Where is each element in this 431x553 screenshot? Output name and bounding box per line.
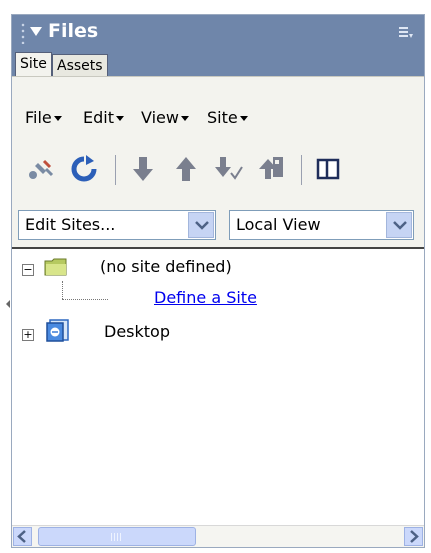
options-menu-icon[interactable] bbox=[398, 25, 414, 41]
panel-tabs: Site Assets bbox=[12, 49, 424, 76]
menu-view[interactable]: View bbox=[141, 108, 189, 127]
drag-grip-icon[interactable] bbox=[20, 22, 26, 44]
chevron-down-icon[interactable] bbox=[386, 212, 412, 238]
folder-icon bbox=[44, 258, 67, 276]
scroll-thumb[interactable] bbox=[38, 527, 196, 546]
files-panel: Files Site Assets File Edit View Site Ed… bbox=[11, 14, 425, 548]
define-site-link[interactable]: Define a Site bbox=[154, 288, 257, 307]
toolbar-separator bbox=[301, 155, 302, 185]
menu-edit[interactable]: Edit bbox=[83, 108, 124, 127]
scroll-right-button[interactable] bbox=[404, 527, 423, 546]
desktop-icon bbox=[46, 319, 69, 342]
check-out-icon[interactable] bbox=[212, 153, 244, 185]
expand-icon[interactable] bbox=[312, 153, 344, 185]
panel-titlebar[interactable]: Files bbox=[12, 15, 424, 49]
scroll-grip-icon bbox=[111, 533, 123, 541]
tree-connector bbox=[62, 299, 108, 300]
scroll-left-button[interactable] bbox=[13, 527, 32, 546]
menu-file[interactable]: File bbox=[25, 108, 62, 127]
menu-caret-icon bbox=[239, 116, 248, 121]
menu-caret-icon bbox=[180, 116, 189, 121]
tree-root-label[interactable]: (no site defined) bbox=[100, 257, 232, 276]
connect-icon[interactable] bbox=[24, 153, 56, 185]
menu-caret-icon bbox=[53, 116, 62, 121]
collapse-triangle-icon[interactable] bbox=[30, 27, 42, 36]
menu-caret-icon bbox=[115, 116, 124, 121]
view-select[interactable]: Local View bbox=[229, 210, 414, 240]
tab-site[interactable]: Site bbox=[15, 52, 52, 76]
toolbar-separator bbox=[115, 155, 116, 185]
get-files-icon[interactable] bbox=[127, 153, 159, 185]
panel-title: Files bbox=[48, 20, 99, 42]
check-in-icon[interactable] bbox=[255, 153, 287, 185]
expand-toggle-icon[interactable]: + bbox=[22, 329, 34, 341]
chevron-down-icon[interactable] bbox=[188, 212, 214, 238]
tree-connector bbox=[62, 281, 63, 299]
file-tree: − (no site defined) Define a Site + Desk… bbox=[12, 247, 424, 529]
refresh-icon[interactable] bbox=[68, 153, 100, 185]
site-select[interactable]: Edit Sites... bbox=[18, 210, 216, 240]
menu-site[interactable]: Site bbox=[207, 108, 248, 127]
collapse-toggle-icon[interactable]: − bbox=[22, 264, 34, 276]
tree-desktop-label[interactable]: Desktop bbox=[104, 322, 170, 341]
put-files-icon[interactable] bbox=[170, 153, 202, 185]
horizontal-scrollbar[interactable] bbox=[12, 525, 424, 547]
tab-assets[interactable]: Assets bbox=[52, 54, 108, 76]
panel-collapse-nub[interactable] bbox=[6, 300, 10, 308]
